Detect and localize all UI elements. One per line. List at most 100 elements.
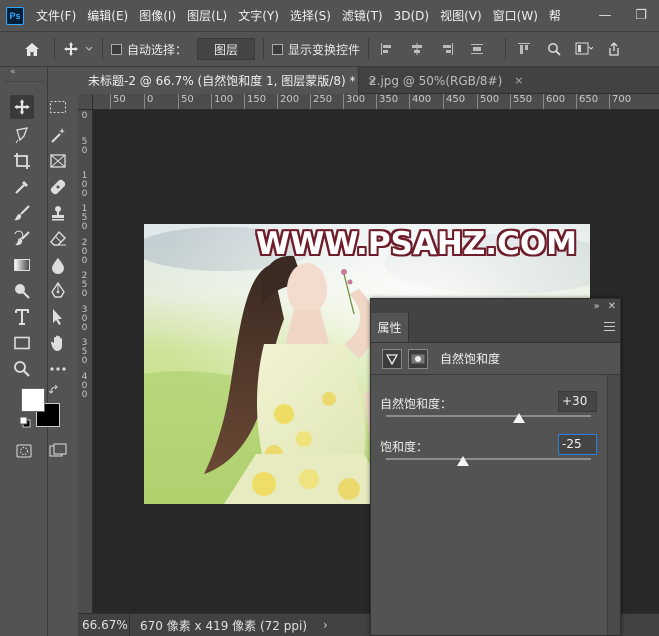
separator bbox=[368, 38, 370, 60]
vibrance-slider[interactable] bbox=[386, 413, 591, 423]
document-size: 670 像素 x 419 像素 (72 ppi) bbox=[140, 618, 307, 633]
status-menu-arrow[interactable]: › bbox=[323, 618, 328, 632]
adjustment-controls: 自然饱和度： +30 饱和度： -25 bbox=[371, 375, 620, 635]
default-colors-icon[interactable] bbox=[18, 415, 32, 429]
dodge-tool[interactable] bbox=[10, 279, 34, 303]
close-icon[interactable]: × bbox=[514, 74, 523, 87]
menu-layer[interactable]: 图层(L) bbox=[187, 7, 227, 24]
panel-menu-icon[interactable] bbox=[604, 322, 615, 331]
restore-button[interactable]: ❐ bbox=[623, 0, 659, 31]
ruler-tick: 700 bbox=[609, 94, 631, 109]
crop-tool[interactable] bbox=[10, 149, 34, 173]
screen-mode-icon bbox=[49, 443, 67, 457]
foreground-color-swatch[interactable] bbox=[21, 388, 45, 412]
adjustment-type-icon[interactable] bbox=[382, 348, 402, 369]
menu-view[interactable]: 视图(V) bbox=[440, 7, 482, 24]
saturation-slider[interactable] bbox=[386, 456, 591, 466]
magic-wand-tool[interactable] bbox=[46, 123, 70, 147]
type-tool[interactable] bbox=[10, 305, 34, 329]
menu-type[interactable]: 文字(Y) bbox=[238, 7, 279, 24]
align-top-icon[interactable] bbox=[514, 39, 534, 59]
blur-icon bbox=[52, 258, 64, 274]
separator bbox=[263, 38, 265, 60]
pen-icon bbox=[51, 282, 65, 298]
eyedropper-tool[interactable] bbox=[10, 175, 34, 199]
more-icon bbox=[50, 367, 66, 371]
horizontal-ruler[interactable]: 50 0 50 100 150 200 250 300 350 400 450 … bbox=[93, 94, 659, 110]
minimize-button[interactable]: — bbox=[587, 0, 623, 31]
move-tool-preset[interactable] bbox=[63, 41, 94, 57]
ruler-tick: 0 bbox=[81, 256, 88, 266]
align-left-icon[interactable] bbox=[377, 39, 397, 59]
type-icon bbox=[15, 309, 29, 325]
home-button[interactable] bbox=[18, 37, 46, 61]
clone-stamp-tool[interactable] bbox=[46, 201, 70, 225]
ruler-tick: 500 bbox=[477, 94, 499, 109]
screen-mode-button[interactable] bbox=[46, 439, 70, 463]
tab-properties[interactable]: 属性 bbox=[371, 313, 409, 342]
tab-untitled-2[interactable]: 未标题-2 @ 66.7% (自然饱和度 1, 图层蒙版/8) * × bbox=[78, 67, 377, 94]
lasso-tool[interactable] bbox=[10, 123, 34, 147]
zoom-tool[interactable] bbox=[10, 357, 34, 381]
healing-brush-icon bbox=[50, 179, 66, 195]
eraser-tool[interactable] bbox=[46, 227, 70, 251]
align-center-icon[interactable] bbox=[407, 39, 427, 59]
swap-colors-icon[interactable] bbox=[47, 383, 61, 397]
menu-edit[interactable]: 编辑(E) bbox=[87, 7, 128, 24]
menu-3d[interactable]: 3D(D) bbox=[394, 9, 429, 23]
tab-2-jpg[interactable]: 2.jpg @ 50%(RGB/8#) × bbox=[358, 67, 558, 94]
distribute-icon[interactable] bbox=[467, 39, 487, 59]
ruler-tick: 400 bbox=[409, 94, 431, 109]
search-icon[interactable] bbox=[544, 39, 564, 59]
toolbar-grip[interactable] bbox=[4, 81, 44, 84]
photoshop-logo: Ps bbox=[6, 6, 24, 25]
collapse-panel-icon[interactable]: » bbox=[593, 301, 599, 312]
layer-mask-icon[interactable] bbox=[408, 348, 428, 369]
vibrance-input[interactable]: +30 bbox=[558, 391, 597, 412]
show-transform-checkbox[interactable] bbox=[272, 43, 284, 55]
lasso-icon bbox=[15, 127, 29, 144]
vertical-ruler[interactable]: 0 5 0 1 0 0 1 5 0 2 0 0 2 5 0 3 0 0 3 5 … bbox=[78, 110, 93, 613]
close-panel-icon[interactable]: ✕ bbox=[608, 301, 616, 312]
menu-filter[interactable]: 滤镜(T) bbox=[342, 7, 383, 24]
ruler-tick: 550 bbox=[510, 94, 532, 109]
more-tools[interactable] bbox=[46, 357, 70, 381]
share-icon[interactable] bbox=[604, 39, 624, 59]
frame-tool[interactable] bbox=[46, 149, 70, 173]
menu-help[interactable]: 帮 bbox=[549, 7, 561, 24]
brush-tool[interactable] bbox=[10, 201, 34, 225]
dodge-icon bbox=[15, 284, 30, 299]
auto-select-checkbox[interactable] bbox=[111, 43, 122, 55]
quick-mask-button[interactable] bbox=[12, 439, 36, 463]
hand-tool[interactable] bbox=[46, 331, 70, 355]
panel-scrollbar[interactable] bbox=[607, 375, 620, 635]
zoom-level[interactable]: 66.67% bbox=[78, 613, 130, 636]
saturation-label: 饱和度： bbox=[380, 440, 429, 454]
history-brush-tool[interactable] bbox=[10, 227, 34, 251]
saturation-input[interactable]: -25 bbox=[558, 434, 597, 455]
gradient-tool[interactable] bbox=[10, 253, 34, 277]
menu-image[interactable]: 图像(I) bbox=[139, 7, 176, 24]
menu-select[interactable]: 选择(S) bbox=[290, 7, 331, 24]
saturation-slider-thumb[interactable] bbox=[456, 456, 469, 466]
path-select-tool[interactable] bbox=[46, 305, 70, 329]
pen-tool[interactable] bbox=[46, 279, 70, 303]
workspace-icon[interactable] bbox=[574, 39, 594, 59]
menu-window[interactable]: 窗口(W) bbox=[493, 7, 538, 24]
clone-stamp-icon bbox=[52, 206, 64, 221]
ruler-corner[interactable] bbox=[78, 94, 93, 110]
hand-icon bbox=[50, 335, 62, 351]
align-right-icon[interactable] bbox=[437, 39, 457, 59]
ruler-tick: 450 bbox=[443, 94, 465, 109]
chevron-down-icon bbox=[85, 46, 93, 51]
marquee-tool[interactable] bbox=[46, 95, 70, 119]
healing-brush-tool[interactable] bbox=[46, 175, 70, 199]
move-icon bbox=[64, 42, 78, 56]
vibrance-slider-thumb[interactable] bbox=[513, 413, 526, 423]
move-tool[interactable] bbox=[10, 95, 34, 119]
menu-file[interactable]: 文件(F) bbox=[36, 7, 76, 24]
blur-tool[interactable] bbox=[46, 253, 70, 277]
rectangle-tool[interactable] bbox=[10, 331, 34, 355]
collapse-toolbar-icon[interactable]: « bbox=[0, 67, 47, 79]
auto-select-target-dropdown[interactable]: 图层 bbox=[197, 38, 256, 60]
